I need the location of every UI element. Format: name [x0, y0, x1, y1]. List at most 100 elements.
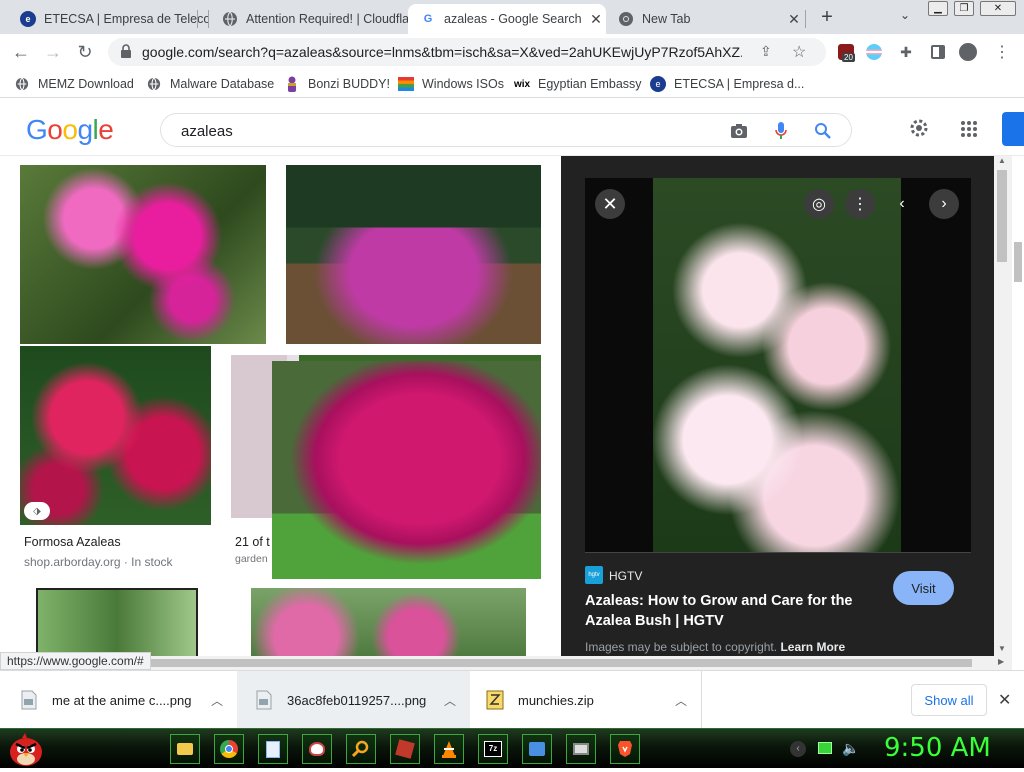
preview-menu-button[interactable]: ⋮ [845, 189, 875, 219]
vlc-icon[interactable] [434, 734, 464, 764]
taskbar-clock[interactable]: 9:50 AM [884, 733, 991, 763]
chrome-taskbar-icon[interactable] [214, 734, 244, 764]
profile-avatar-icon[interactable] [958, 42, 978, 62]
notepad-icon[interactable] [258, 734, 288, 764]
side-panel-icon[interactable] [928, 42, 948, 62]
monitor-app-icon[interactable] [566, 734, 596, 764]
etecsa-favicon-icon: e [20, 11, 36, 27]
trans-flag-extension-icon[interactable] [864, 42, 884, 62]
download-item[interactable]: me at the anime c....png ︿ [0, 671, 237, 729]
google-logo[interactable]: Google [26, 114, 114, 146]
tab-title: New Tab [642, 12, 691, 26]
horizontal-scrollbar[interactable]: ▶ [0, 656, 1012, 670]
bookmark-etecsa[interactable]: e ETECSA | Empresa d... [650, 75, 804, 93]
next-image-button[interactable]: › [929, 189, 959, 219]
reload-button[interactable]: ↻ [74, 41, 96, 63]
result-image-azalea-bed[interactable] [286, 165, 541, 344]
file-explorer-icon[interactable] [170, 734, 200, 764]
tab-new-tab[interactable]: New Tab ✕ [606, 4, 804, 34]
scrollbar-thumb[interactable] [997, 170, 1007, 262]
tab-search-chevron-icon[interactable]: ⌄ [896, 8, 914, 26]
search-icon[interactable] [813, 121, 833, 141]
preview-source[interactable]: HGTV [609, 569, 642, 583]
tab-cloudflare[interactable]: Attention Required! | Cloudflare [210, 4, 408, 34]
brave-icon[interactable] [610, 734, 640, 764]
preview-image-frame [585, 178, 971, 552]
bookmark-egyptian-embassy[interactable]: wix Egyptian Embassy [514, 75, 642, 93]
result-image-azalea-closeup[interactable] [20, 165, 266, 344]
bookmark-malware-database[interactable]: Malware Database [146, 75, 274, 93]
horizontal-scrollbar-thumb[interactable] [150, 659, 972, 667]
preview-scrollbar[interactable]: ▲ ▼ [994, 156, 1012, 656]
learn-more-link[interactable]: Learn More [780, 640, 845, 654]
search-magnifier-icon[interactable] [346, 734, 376, 764]
sign-in-button[interactable] [1002, 112, 1024, 146]
address-bar[interactable]: google.com/search?q=azaleas&source=lnms&… [108, 38, 826, 66]
previous-image-button[interactable]: ‹ [887, 189, 917, 219]
forward-button[interactable]: → [42, 41, 64, 63]
result-image-pink-hedge[interactable] [251, 588, 526, 656]
tab-google-search[interactable]: G azaleas - Google Search ✕ [408, 4, 606, 34]
bookmark-windows-isos[interactable]: Windows ISOs [398, 75, 504, 93]
result-image-formosa-azaleas[interactable]: ⬗ [20, 346, 211, 525]
back-button[interactable]: ← [10, 41, 32, 63]
search-input[interactable] [181, 121, 681, 141]
scroll-right-arrow-icon[interactable]: ▶ [998, 657, 1004, 666]
result-image-arborday[interactable] [36, 588, 198, 656]
bookmark-star-icon[interactable]: ☆ [792, 42, 806, 62]
restore-button[interactable]: ❐ [954, 1, 974, 16]
paint-icon[interactable] [302, 734, 332, 764]
preview-title[interactable]: Azaleas: How to Grow and Care for the Az… [585, 591, 875, 631]
close-download-shelf-icon[interactable]: ✕ [998, 690, 1011, 710]
network-app-icon[interactable] [522, 734, 552, 764]
visit-button[interactable]: Visit [893, 571, 954, 605]
tray-chevron-icon[interactable]: ‹ [790, 741, 806, 757]
chevron-up-icon[interactable]: ︿ [211, 692, 223, 709]
lock-icon[interactable] [120, 44, 132, 64]
minimize-button[interactable]: ▁ [928, 1, 948, 16]
scroll-up-arrow-icon[interactable]: ▲ [998, 156, 1006, 165]
result-source[interactable]: garden [235, 553, 268, 565]
settings-gear-icon[interactable] [908, 117, 932, 141]
share-icon[interactable]: ⇪ [760, 43, 772, 60]
search-box[interactable] [160, 113, 852, 147]
new-tab-button[interactable]: + [816, 6, 838, 28]
etecsa-icon: e [650, 76, 666, 92]
google-apps-grid-icon[interactable] [960, 120, 978, 138]
preview-image-pink-azaleas[interactable] [653, 178, 901, 552]
scroll-down-arrow-icon[interactable]: ▼ [998, 644, 1006, 653]
tray-volume-muted-icon[interactable]: 🔈 [842, 740, 859, 757]
tab-etecsa[interactable]: e ETECSA | Empresa de Telecomunicaciones [8, 4, 208, 34]
wix-icon: wix [513, 78, 531, 90]
bookmarks-bar: MEMZ Download Malware Database Bonzi BUD… [0, 70, 1024, 98]
page-scrollbar-thumb[interactable] [1014, 242, 1022, 282]
close-tab-icon[interactable]: ✕ [586, 11, 606, 28]
7zip-icon[interactable]: 7z [478, 734, 508, 764]
dragged-image-azalea-bush[interactable] [272, 361, 541, 579]
result-title[interactable]: 21 of t [235, 535, 270, 549]
lens-search-button[interactable]: ◎ [804, 189, 834, 219]
show-all-downloads-button[interactable]: Show all [911, 684, 987, 716]
close-tab-icon[interactable]: ✕ [784, 11, 804, 28]
os-taskbar: 7z ‹ 🔈 9:50 AM [0, 728, 1024, 768]
chevron-up-icon[interactable]: ︿ [675, 692, 687, 709]
camera-lens-icon[interactable] [729, 121, 749, 141]
page-scrollbar[interactable] [1012, 156, 1024, 656]
start-button-angry-bird-icon[interactable] [6, 731, 46, 767]
bookmark-bonzi-buddy[interactable]: Bonzi BUDDY! [284, 75, 390, 93]
download-item[interactable]: munchies.zip ︿ [470, 671, 702, 729]
chevron-up-icon[interactable]: ︿ [444, 692, 456, 709]
menu-kebab-icon[interactable]: ⋮ [992, 42, 1012, 62]
google-g-icon: G [423, 13, 433, 25]
tray-network-icon[interactable] [818, 742, 832, 754]
extension-badge-icon[interactable]: 20 [836, 42, 856, 62]
app-icon-red[interactable] [390, 734, 420, 764]
close-preview-button[interactable]: ✕ [595, 189, 625, 219]
microphone-icon[interactable] [771, 121, 791, 141]
bookmark-memz[interactable]: MEMZ Download [14, 75, 134, 93]
extensions-puzzle-icon[interactable]: ✚ [896, 42, 916, 62]
result-source[interactable]: shop.arborday.org · In stock [24, 555, 173, 569]
download-item[interactable]: 36ac8feb0119257....png ︿ [237, 671, 470, 729]
result-title[interactable]: Formosa Azaleas [24, 535, 121, 549]
close-window-button[interactable]: ✕ [980, 1, 1016, 16]
